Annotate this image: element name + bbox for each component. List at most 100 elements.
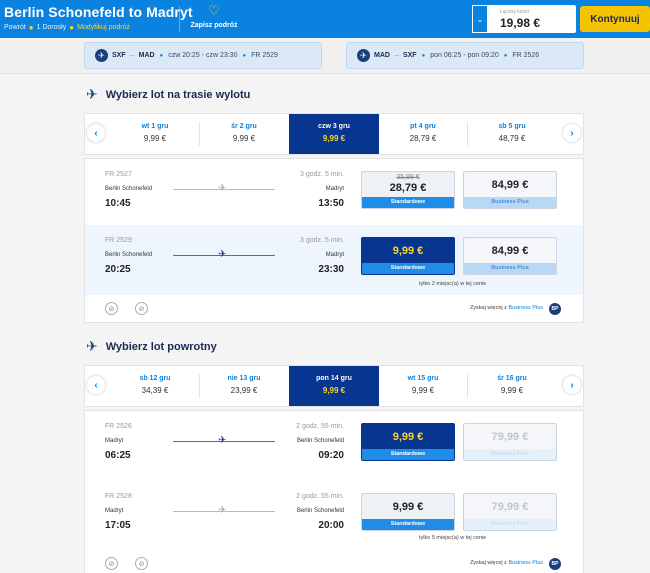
fare-price: 9,99 € [392, 245, 424, 257]
date-tab[interactable]: nie 13 gru 23,99 € [199, 366, 289, 406]
date-label: śr 2 gru [231, 123, 257, 130]
standard-fare-button-selected[interactable]: 9,99 € Standardowe [361, 237, 455, 275]
plane-icon: ✈ [218, 249, 227, 260]
business-plus-promo[interactable]: Zyskaj więcej z Business Plus [470, 560, 543, 566]
inbound-flight-list: FR 2526 Madryt 06:25 ✈ 2 godz. 55 min. B… [84, 410, 584, 573]
standard-fare-button[interactable]: 35,99 € 28,79 € Standardowe [361, 171, 455, 209]
trip-details: Powrót ● 1 Dorosły ● Modyfikuj podróż [4, 23, 130, 32]
bullet-icon: ● [69, 23, 75, 32]
date-tab[interactable]: sb 5 gru 48,79 € [467, 114, 557, 154]
outbound-section-title: ✈ Wybierz lot na trasie wylotu [86, 86, 250, 103]
outbound-date-strip: wt 1 gru 9,99 € śr 2 gru 9,99 € czw 3 gr… [84, 113, 584, 155]
plane-icon: ✈ [95, 49, 108, 62]
fare-type-label: Business Plus [464, 449, 556, 460]
date-tab[interactable]: śr 2 gru 9,99 € [199, 114, 289, 154]
fare-price: 84,99 € [491, 245, 529, 257]
date-label: śr 16 gru [497, 375, 527, 382]
no-luggage-icon: ⊘ [105, 302, 118, 315]
bullet-icon: ● [503, 52, 508, 59]
arrival-time: 13:50 [318, 198, 344, 209]
standard-fare-button[interactable]: 9,99 € Standardowe [361, 493, 455, 531]
bullet-icon: ● [159, 52, 164, 59]
business-plus-fare-button[interactable]: 84,99 € Business Plus [463, 171, 557, 209]
date-tab[interactable]: wt 15 gru 9,99 € [379, 366, 467, 406]
date-price: 28,79 € [409, 134, 437, 143]
business-plus-promo[interactable]: Zyskaj więcej z Business Plus [470, 305, 543, 311]
outbound-title-text: Wybierz lot na trasie wylotu [105, 88, 251, 101]
date-label: czw 3 gru [318, 123, 350, 130]
date-price: 34,39 € [141, 386, 169, 395]
standard-fare-button-selected[interactable]: 9,99 € Standardowe [361, 423, 455, 461]
passenger-count: 1 Dorosły [36, 24, 67, 31]
destination-code: MAD [138, 52, 155, 59]
date-label: wt 1 gru [141, 123, 169, 130]
date-price: 9,99 € [143, 134, 167, 143]
next-dates-button[interactable]: › [563, 376, 581, 394]
save-trip-label: Zapisz podróż [190, 22, 238, 29]
date-tab[interactable]: sb 12 gru 34,39 € [111, 366, 199, 406]
continue-button[interactable]: Kontynuuj [580, 6, 650, 32]
total-price-label: Łączny koszt [500, 9, 529, 15]
flight-duration: 3 godz. 5 min. [300, 237, 344, 244]
departure-city: Berlin Schonefeld [105, 252, 153, 258]
date-tab[interactable]: wt 1 gru 9,99 € [111, 114, 199, 154]
date-label: wt 15 gru [407, 375, 439, 382]
arrival-time: 20:00 [318, 520, 344, 531]
business-plus-fare-button[interactable]: 84,99 € Business Plus [463, 237, 557, 275]
arrival-plane-icon: ✈ [86, 338, 98, 354]
date-tab[interactable]: śr 16 gru 9,99 € [467, 366, 557, 406]
date-price: 9,99 € [411, 386, 435, 395]
fare-type-label: Standardowe [362, 519, 454, 530]
chevron-down-icon[interactable]: ⌄ [472, 5, 488, 33]
flight-row[interactable]: FR 2528 Madryt 17:05 ✈ 2 godz. 55 min. B… [85, 481, 583, 551]
flight-row-selected[interactable]: FR 2529 Berlin Schonefeld 20:25 ✈ 3 godz… [85, 225, 583, 295]
arrival-time: 23:30 [318, 264, 344, 275]
date-tab-selected[interactable]: czw 3 gru 9,99 € [289, 114, 379, 154]
fare-price: 79,99 € [491, 501, 529, 513]
outbound-flight-list: FR 2527 Berlin Schonefeld 10:45 ✈ 3 godz… [84, 158, 584, 323]
fare-price: 79,99 € [491, 431, 529, 443]
flight-times: czw 20:25 - czw 23:30 [168, 52, 238, 59]
previous-dates-button[interactable]: ‹ [87, 376, 105, 394]
date-label: sb 5 gru [498, 123, 526, 130]
arrival-city: Berlin Schonefeld [296, 438, 344, 444]
fare-type-label: Business Plus [464, 197, 556, 208]
seats-left-note: tylko 5 miejsc(a) w tej cenie [419, 535, 487, 541]
fare-price: 9,99 € [392, 431, 424, 443]
flight-row-selected[interactable]: FR 2526 Madryt 06:25 ✈ 2 godz. 55 min. B… [85, 411, 583, 481]
inbound-summary-pill[interactable]: ✈ MAD → SXF ● pon 06:25 - pon 09:20 ● FR… [346, 42, 584, 69]
departure-time: 17:05 [105, 520, 131, 531]
no-luggage-icon: ⊘ [105, 557, 118, 570]
arrival-city: Madryt [325, 252, 344, 258]
business-plus-link[interactable]: Business Plus [508, 560, 543, 566]
plane-icon: ✈ [218, 505, 227, 516]
modify-trip-link[interactable]: Modyfikuj podróż [77, 24, 130, 31]
fare-type-label: Standardowe [362, 449, 454, 460]
outbound-summary-pill[interactable]: ✈ SXF → MAD ● czw 20:25 - czw 23:30 ● FR… [84, 42, 322, 69]
promo-text: Zyskaj więcej z [469, 560, 507, 566]
bullet-icon: ● [242, 52, 247, 59]
flight-list-footer: ⊘ ⊘ Zyskaj więcej z Business Plus BP [85, 296, 583, 322]
business-plus-fare-button[interactable]: 79,99 € Business Plus [463, 493, 557, 531]
fare-type-label: Standardowe [362, 197, 454, 208]
business-plus-fare-button[interactable]: 79,99 € Business Plus [463, 423, 557, 461]
next-dates-button[interactable]: › [563, 124, 581, 142]
no-seat-icon: ⊘ [135, 557, 148, 570]
date-price: 9,99 € [500, 386, 524, 395]
departure-time: 10:45 [105, 198, 131, 209]
flight-row[interactable]: FR 2527 Berlin Schonefeld 10:45 ✈ 3 godz… [85, 159, 583, 225]
business-plus-icon: BP [549, 303, 561, 315]
trip-type: Powrót [4, 24, 26, 31]
total-price-box[interactable]: ⌄ Łączny koszt 19,98 € [472, 5, 576, 33]
date-tab-selected[interactable]: pon 14 gru 9,99 € [289, 366, 379, 406]
date-price: 48,79 € [498, 134, 526, 143]
old-price: 35,99 € [396, 174, 420, 181]
previous-dates-button[interactable]: ‹ [87, 124, 105, 142]
save-trip-button[interactable]: ♡ Zapisz podróż [186, 4, 242, 30]
flight-times: pon 06:25 - pon 09:20 [430, 52, 499, 59]
flight-number: FR 2529 [105, 237, 132, 244]
fare-price: 9,99 € [392, 501, 424, 513]
business-plus-link[interactable]: Business Plus [508, 305, 543, 311]
date-tab[interactable]: pt 4 gru 28,79 € [379, 114, 467, 154]
flight-duration: 2 godz. 55 min. [296, 493, 344, 500]
